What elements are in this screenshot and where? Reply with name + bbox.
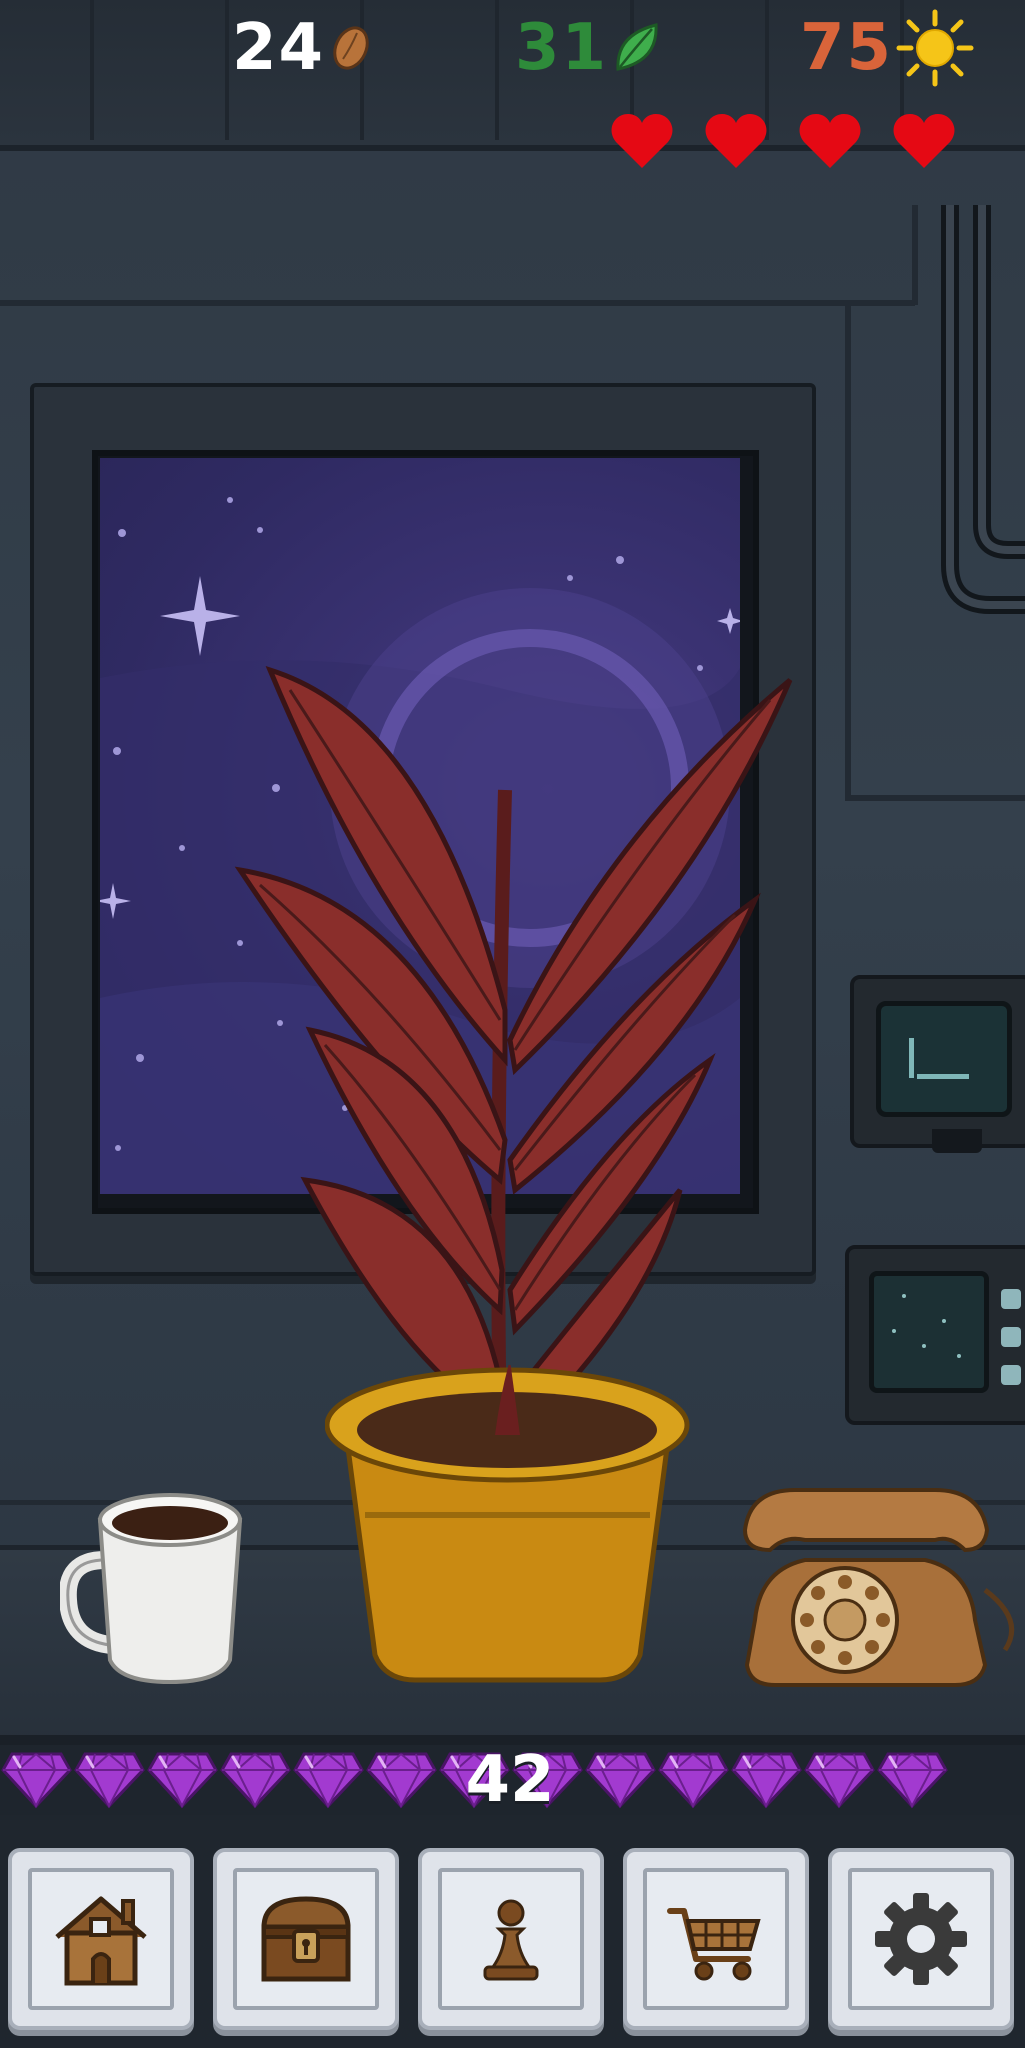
leaf-icon xyxy=(616,23,658,71)
nav-inventory-button[interactable] xyxy=(213,1848,399,2030)
panel-light xyxy=(1001,1365,1021,1385)
nav-shop-button[interactable] xyxy=(623,1848,809,2030)
sun-count: 75 xyxy=(800,11,894,85)
gem-icon xyxy=(585,1752,656,1809)
gem-icon xyxy=(147,1752,218,1809)
wall-panel-line xyxy=(845,795,1025,801)
pawn-icon xyxy=(483,1899,539,1981)
chest-icon xyxy=(261,1896,351,1982)
monitor-screen xyxy=(876,1001,1012,1117)
wall-monitor xyxy=(850,975,1025,1153)
cart-icon xyxy=(667,1908,761,1981)
lives-hearts xyxy=(610,112,956,170)
gem-icon xyxy=(804,1752,875,1809)
seed-counter: 24 xyxy=(232,8,373,88)
wall-panel-line xyxy=(845,305,851,800)
gem-icon xyxy=(731,1752,802,1809)
nav-home-button[interactable] xyxy=(8,1848,194,2030)
leaf-count: 31 xyxy=(515,11,609,85)
gear-icon xyxy=(875,1893,967,1985)
heart-icon xyxy=(611,114,673,168)
sun-counter: 75 xyxy=(800,8,975,88)
monitor-stand xyxy=(932,1129,982,1153)
heart-icon xyxy=(799,114,861,168)
heart-icon xyxy=(893,114,955,168)
radar-screen xyxy=(869,1271,989,1393)
nav-character-button[interactable] xyxy=(418,1848,604,2030)
terminal-cursor xyxy=(909,1038,914,1078)
sun-icon xyxy=(896,9,974,87)
wall-panel-line xyxy=(912,205,918,305)
nav-settings-button[interactable] xyxy=(828,1848,1014,2030)
heart-icon xyxy=(705,114,767,168)
panel-light xyxy=(1001,1327,1021,1347)
gem-icon xyxy=(658,1752,729,1809)
gem-icon xyxy=(1,1752,72,1809)
terminal-line xyxy=(917,1074,969,1079)
gem-icon xyxy=(220,1752,291,1809)
rotary-telephone[interactable] xyxy=(735,1480,1025,1690)
wall-panel-line xyxy=(0,300,915,306)
gem-icon xyxy=(366,1752,437,1809)
seed-icon xyxy=(333,26,369,70)
radar-dots xyxy=(892,1294,961,1358)
seed-count: 24 xyxy=(232,11,326,85)
red-leaf-plant[interactable] xyxy=(230,660,800,1440)
coffee-mug[interactable] xyxy=(60,1490,260,1685)
plant-pot xyxy=(325,1365,690,1683)
gem-icon xyxy=(74,1752,145,1809)
gem-count: 42 xyxy=(465,1743,555,1817)
wall-radar-panel xyxy=(845,1245,1025,1425)
gem-icon xyxy=(293,1752,364,1809)
house-icon xyxy=(55,1896,147,1986)
panel-light xyxy=(1001,1289,1021,1309)
leaf-counter: 31 xyxy=(515,8,662,88)
wall-pipes xyxy=(941,205,1025,614)
gem-icon xyxy=(877,1752,948,1809)
